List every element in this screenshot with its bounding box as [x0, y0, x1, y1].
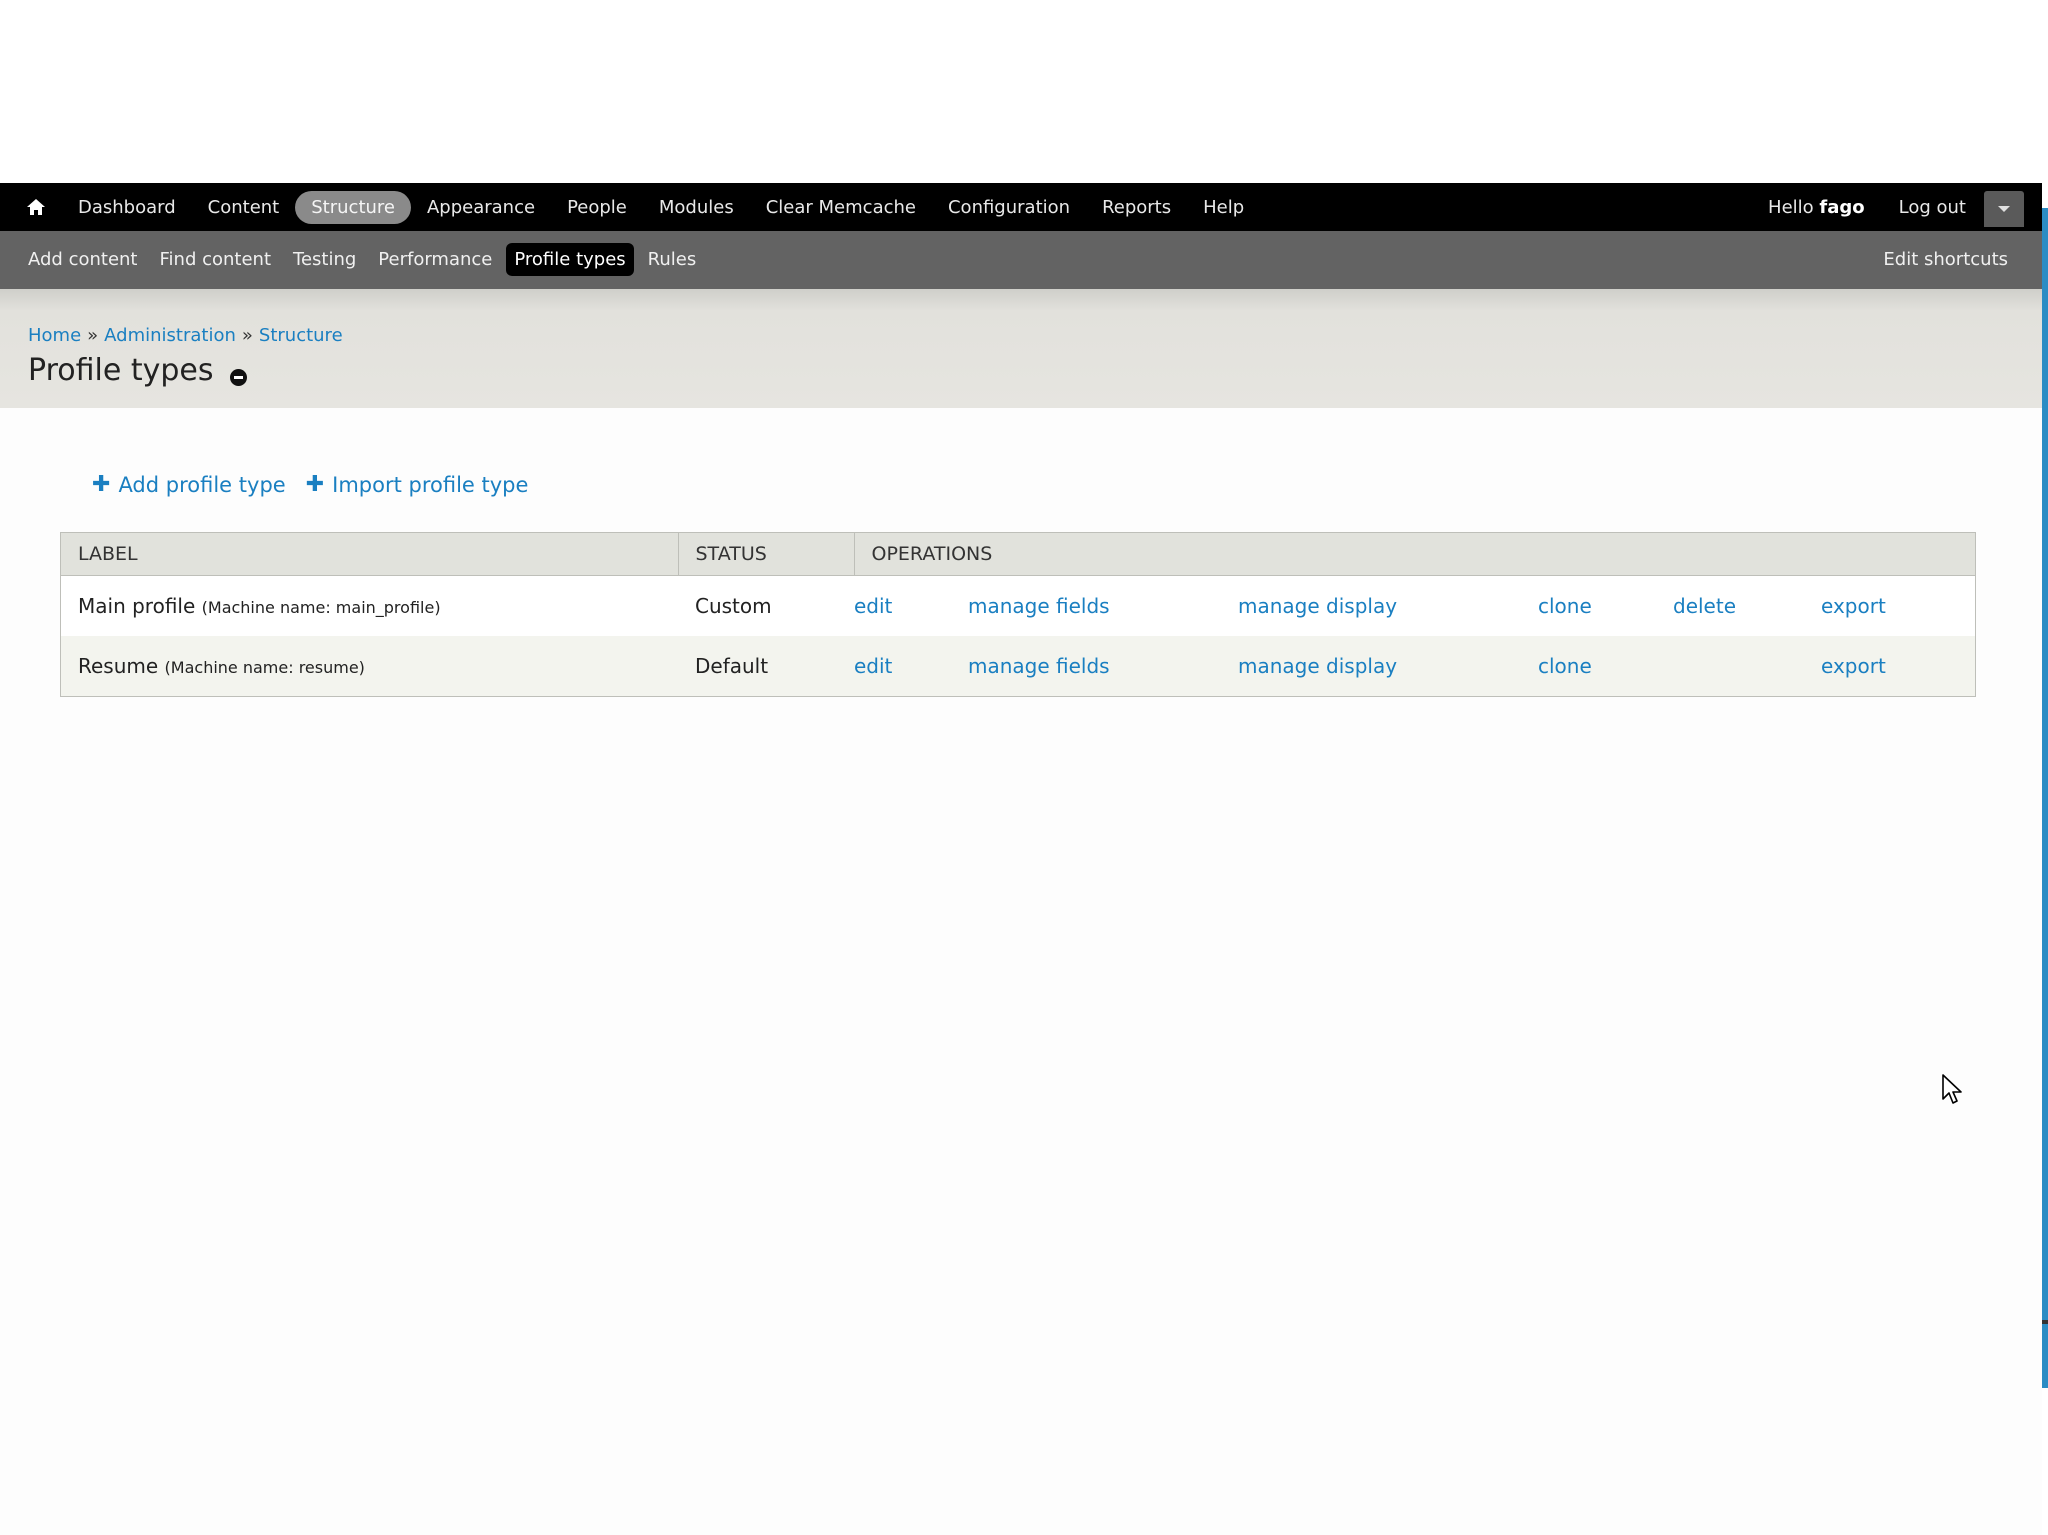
shortcuts-drawer-toggle[interactable] — [1984, 191, 2024, 227]
admin-menu: Dashboard Content Structure Appearance P… — [62, 191, 1260, 224]
menu-configuration[interactable]: Configuration — [932, 191, 1086, 224]
add-profile-type-link[interactable]: ✚ Add profile type — [92, 473, 286, 497]
home-icon[interactable] — [22, 196, 50, 218]
shortcut-rules[interactable]: Rules — [640, 243, 705, 276]
breadcrumb-structure[interactable]: Structure — [259, 325, 343, 346]
menu-structure[interactable]: Structure — [295, 191, 411, 224]
machine-name: (Machine name: main_profile) — [201, 598, 441, 617]
shortcuts-list: Add content Find content Testing Perform… — [20, 243, 704, 276]
shortcuts-bar: Add content Find content Testing Perform… — [0, 231, 2042, 290]
row-label-cell: Main profile (Machine name: main_profile… — [61, 575, 678, 636]
empty-operation-cell — [1673, 636, 1821, 696]
menu-help[interactable]: Help — [1187, 191, 1260, 224]
admin-toolbar: Dashboard Content Structure Appearance P… — [0, 183, 2042, 231]
status-cell: Default — [678, 636, 854, 696]
breadcrumb: Home » Administration» Structure — [28, 325, 343, 346]
export-link[interactable]: export — [1821, 636, 1975, 696]
breadcrumb-separator: » — [241, 325, 253, 346]
remove-shortcut-icon[interactable] — [230, 369, 247, 386]
manage-fields-link[interactable]: manage fields — [968, 575, 1238, 636]
column-header-status: STATUS — [678, 533, 855, 576]
vertical-scrollbar[interactable] — [2042, 208, 2048, 1388]
profile-label: Resume — [78, 654, 159, 678]
edit-link[interactable]: edit — [854, 636, 968, 696]
edit-shortcuts-link[interactable]: Edit shortcuts — [1883, 249, 2008, 270]
edit-link[interactable]: edit — [854, 575, 968, 636]
browser-frame: Dashboard Content Structure Appearance P… — [0, 0, 2048, 1535]
menu-modules[interactable]: Modules — [643, 191, 750, 224]
user-greeting[interactable]: Hello fago — [1768, 197, 1865, 218]
clone-link[interactable]: clone — [1538, 636, 1673, 696]
column-header-label: LABEL — [61, 533, 679, 576]
mouse-cursor-icon — [1942, 1074, 1964, 1110]
menu-clear-memcache[interactable]: Clear Memcache — [750, 191, 932, 224]
row-label-cell: Resume (Machine name: resume) — [61, 636, 678, 696]
menu-content[interactable]: Content — [192, 191, 296, 224]
import-profile-type-link[interactable]: ✚ Import profile type — [306, 473, 529, 497]
clone-link[interactable]: clone — [1538, 575, 1673, 636]
manage-display-link[interactable]: manage display — [1238, 636, 1538, 696]
scrollbar-marker — [2042, 1320, 2048, 1324]
page-title: Profile types — [28, 353, 214, 388]
user-menu: Hello fago Log out — [1768, 197, 1966, 218]
shortcut-testing[interactable]: Testing — [285, 243, 364, 276]
username: fago — [1819, 197, 1865, 218]
status-cell: Custom — [678, 575, 854, 636]
column-header-operations: OPERATIONS — [854, 533, 1975, 576]
import-profile-type-label: Import profile type — [332, 473, 529, 497]
page-header: Home » Administration» Structure Profile ty… — [0, 289, 2042, 408]
breadcrumb-home[interactable]: Home — [28, 325, 81, 346]
menu-dashboard[interactable]: Dashboard — [62, 191, 192, 224]
plus-icon: ✚ — [305, 472, 325, 497]
manage-fields-link[interactable]: manage fields — [968, 636, 1238, 696]
shortcut-performance[interactable]: Performance — [370, 243, 500, 276]
manage-display-link[interactable]: manage display — [1238, 575, 1538, 636]
table-row: Resume (Machine name: resume) Default ed… — [61, 636, 1975, 696]
logout-link[interactable]: Log out — [1899, 197, 1966, 218]
menu-reports[interactable]: Reports — [1086, 191, 1187, 224]
menu-appearance[interactable]: Appearance — [411, 191, 551, 224]
shortcut-add-content[interactable]: Add content — [20, 243, 146, 276]
breadcrumb-administration[interactable]: Administration — [104, 325, 236, 346]
profile-label: Main profile — [78, 594, 196, 618]
table-row: Main profile (Machine name: main_profile… — [61, 575, 1975, 636]
delete-link[interactable]: delete — [1673, 575, 1821, 636]
plus-icon: ✚ — [92, 472, 111, 497]
shortcut-find-content[interactable]: Find content — [152, 243, 280, 276]
menu-people[interactable]: People — [551, 191, 643, 224]
export-link[interactable]: export — [1821, 575, 1975, 636]
shortcut-profile-types[interactable]: Profile types — [506, 243, 634, 276]
action-links: ✚ Add profile type ✚ Import profile type — [92, 473, 528, 497]
profile-types-table: LABEL STATUS OPERATIONS Main profile (Ma… — [60, 532, 1976, 697]
add-profile-type-label: Add profile type — [118, 473, 286, 497]
machine-name: (Machine name: resume) — [164, 658, 365, 677]
breadcrumb-separator: » — [87, 325, 99, 346]
greeting-prefix: Hello — [1768, 197, 1814, 218]
chevron-down-icon — [1998, 206, 2010, 212]
